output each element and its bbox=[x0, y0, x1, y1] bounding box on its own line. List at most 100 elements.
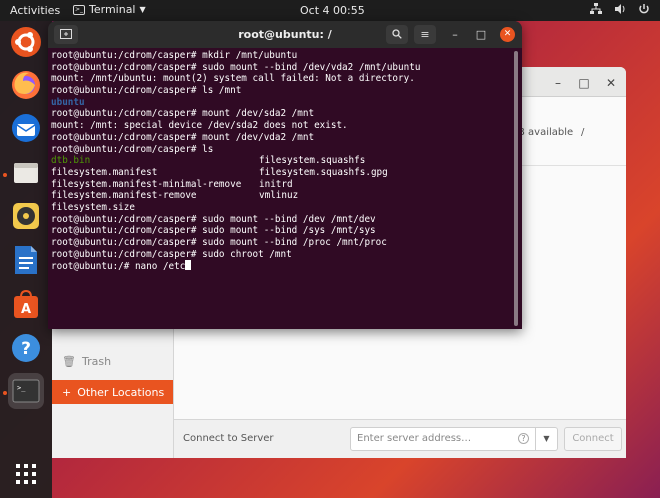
root-path: / bbox=[581, 127, 585, 138]
help-icon[interactable]: ? bbox=[8, 330, 44, 366]
terminal-cell: vmlinuz bbox=[259, 190, 299, 202]
minimize-button[interactable]: – bbox=[444, 25, 466, 44]
activities-button[interactable]: Activities bbox=[10, 4, 60, 17]
chevron-down-icon: ▼ bbox=[139, 5, 146, 14]
server-address-input[interactable]: Enter server address… ? bbox=[350, 427, 536, 451]
clock[interactable]: Oct 4 00:55 bbox=[300, 4, 365, 17]
terminal-text: mount: /mnt/ubuntu: mount(2) system call… bbox=[51, 73, 415, 85]
sidebar-item-other-locations[interactable]: + Other Locations bbox=[52, 380, 173, 404]
terminal-text: root@ubuntu:/cdrom/casper# sudo mount --… bbox=[51, 61, 421, 73]
terminal-text: mount: /mnt: special device /dev/sda2 do… bbox=[51, 120, 348, 132]
system-tray[interactable] bbox=[590, 3, 650, 15]
plus-icon: + bbox=[62, 385, 72, 399]
terminal-text: root@ubuntu:/cdrom/casper# sudo mount --… bbox=[51, 225, 376, 237]
help-icon[interactable]: ? bbox=[518, 433, 529, 444]
minimize-button[interactable]: – bbox=[550, 75, 566, 91]
terminal-text: root@ubuntu:/# nano /etc bbox=[51, 261, 186, 273]
terminal-line: root@ubuntu:/cdrom/casper# sudo mount --… bbox=[51, 62, 513, 74]
sidebar-item-label: Other Locations bbox=[77, 385, 165, 399]
top-bar: Activities >_ Terminal ▼ Oct 4 00:55 bbox=[0, 0, 660, 21]
maximize-button[interactable]: □ bbox=[576, 75, 592, 91]
text-cursor bbox=[185, 260, 192, 271]
search-button[interactable] bbox=[386, 25, 408, 44]
terminal-text: root@ubuntu:/cdrom/casper# sudo mount --… bbox=[51, 237, 387, 248]
sidebar-item-label: Trash bbox=[81, 355, 112, 368]
terminal-icon: >_ bbox=[73, 4, 85, 15]
terminal-line: filesystem.size bbox=[51, 202, 513, 214]
network-icon bbox=[590, 3, 602, 14]
maximize-button[interactable]: □ bbox=[470, 25, 492, 44]
connect-label: Connect to Server bbox=[183, 433, 274, 444]
app-menu[interactable]: >_ Terminal ▼ bbox=[73, 3, 146, 16]
terminal-line: root@ubuntu:/cdrom/casper# mount /dev/vd… bbox=[51, 132, 513, 144]
close-button[interactable]: ✕ bbox=[603, 75, 619, 91]
terminal-text: root@ubuntu:/cdrom/casper# mount /dev/sd… bbox=[51, 108, 315, 120]
terminal-header: root@ubuntu: / ≡ – □ ✕ bbox=[48, 21, 522, 48]
available-space: B available bbox=[518, 127, 574, 138]
rhythmbox-icon[interactable] bbox=[8, 198, 44, 234]
terminal-output[interactable]: root@ubuntu:/cdrom/casper# mkdir /mnt/ub… bbox=[51, 50, 513, 272]
terminal-line: ubuntu bbox=[51, 97, 513, 109]
terminal-line: filesystem.manifest-remove vmlinuz bbox=[51, 190, 513, 202]
firefox-icon[interactable] bbox=[8, 67, 44, 103]
volume-icon bbox=[615, 4, 625, 14]
server-history-dropdown[interactable]: ▼ bbox=[536, 427, 558, 451]
terminal-line: root@ubuntu:/cdrom/casper# mkdir /mnt/ub… bbox=[51, 50, 513, 62]
close-icon: ✕ bbox=[503, 29, 512, 39]
terminal-line: filesystem.manifest-minimal-remove initrd bbox=[51, 179, 513, 191]
svg-text:?: ? bbox=[21, 339, 31, 359]
dock: A ? >_ bbox=[0, 21, 52, 498]
terminal-window: root@ubuntu: / ≡ – □ ✕ root@ubuntu:/cdro… bbox=[48, 21, 522, 329]
terminal-cell: initrd bbox=[259, 178, 293, 190]
terminal-text: root@ubuntu:/cdrom/casper# ls bbox=[51, 143, 214, 155]
terminal-cell: dtb.bin bbox=[51, 155, 91, 167]
menu-button[interactable]: ≡ bbox=[414, 25, 436, 44]
terminal-line: root@ubuntu:/cdrom/casper# mount /dev/sd… bbox=[51, 108, 513, 120]
trash-icon: 🗑 bbox=[62, 355, 76, 368]
terminal-cell: filesystem.squashfs.gpg bbox=[259, 166, 388, 178]
terminal-text: filesystem.size bbox=[51, 201, 135, 213]
terminal-cell: filesystem.manifest-remove bbox=[51, 190, 197, 202]
terminal-text: root@ubuntu:/cdrom/casper# sudo mount --… bbox=[51, 213, 376, 225]
app-name: Terminal bbox=[89, 3, 136, 16]
terminal-line: root@ubuntu:/cdrom/casper# ls bbox=[51, 144, 513, 156]
close-button[interactable]: ✕ bbox=[500, 27, 515, 42]
terminal-dock-icon[interactable]: >_ bbox=[8, 373, 44, 409]
connect-button[interactable]: Connect bbox=[564, 427, 622, 451]
terminal-line: dtb.bin filesystem.squashfs bbox=[51, 155, 513, 167]
sidebar-item-trash[interactable]: 🗑 Trash bbox=[62, 355, 111, 368]
libreoffice-writer-icon[interactable] bbox=[8, 242, 44, 278]
terminal-line: root@ubuntu:/# nano /etc bbox=[51, 260, 513, 272]
terminal-line: root@ubuntu:/cdrom/casper# ls /mnt bbox=[51, 85, 513, 97]
terminal-line: root@ubuntu:/cdrom/casper# sudo mount --… bbox=[51, 225, 513, 237]
terminal-text: root@ubuntu:/cdrom/casper# sudo chroot /… bbox=[51, 248, 292, 260]
terminal-line: filesystem.manifest filesystem.squashfs.g… bbox=[51, 167, 513, 179]
running-indicator bbox=[3, 391, 7, 395]
terminal-text: ubuntu bbox=[51, 96, 85, 108]
terminal-cell: filesystem.manifest bbox=[51, 166, 158, 178]
software-store-icon[interactable]: A bbox=[8, 286, 44, 322]
connect-bar: Connect to Server Enter server address… … bbox=[174, 419, 626, 458]
scrollbar[interactable] bbox=[514, 51, 518, 326]
terminal-text: root@ubuntu:/cdrom/casper# mount /dev/vd… bbox=[51, 131, 315, 143]
server-placeholder: Enter server address… bbox=[357, 433, 472, 444]
ubuntu-logo-icon[interactable] bbox=[8, 24, 44, 60]
running-indicator bbox=[3, 173, 7, 177]
files-icon[interactable] bbox=[8, 154, 44, 190]
terminal-text: root@ubuntu:/cdrom/casper# mkdir /mnt/ub… bbox=[51, 50, 298, 61]
power-icon bbox=[639, 4, 649, 14]
terminal-text: root@ubuntu:/cdrom/casper# ls /mnt bbox=[51, 85, 242, 97]
show-applications-icon[interactable] bbox=[8, 456, 44, 492]
terminal-line: root@ubuntu:/cdrom/casper# sudo chroot /… bbox=[51, 249, 513, 261]
thunderbird-icon[interactable] bbox=[8, 110, 44, 146]
hamburger-icon: ≡ bbox=[420, 28, 430, 41]
terminal-cell: filesystem.squashfs bbox=[259, 155, 366, 167]
terminal-line: root@ubuntu:/cdrom/casper# sudo mount --… bbox=[51, 214, 513, 226]
terminal-line: root@ubuntu:/cdrom/casper# sudo mount --… bbox=[51, 237, 513, 249]
search-icon bbox=[392, 29, 402, 39]
terminal-line: mount: /mnt/ubuntu: mount(2) system call… bbox=[51, 73, 513, 85]
terminal-cell: filesystem.manifest-minimal-remove bbox=[51, 178, 242, 190]
chevron-down-icon: ▼ bbox=[543, 434, 550, 443]
svg-text:A: A bbox=[21, 302, 31, 317]
terminal-line: mount: /mnt: special device /dev/sda2 do… bbox=[51, 120, 513, 132]
